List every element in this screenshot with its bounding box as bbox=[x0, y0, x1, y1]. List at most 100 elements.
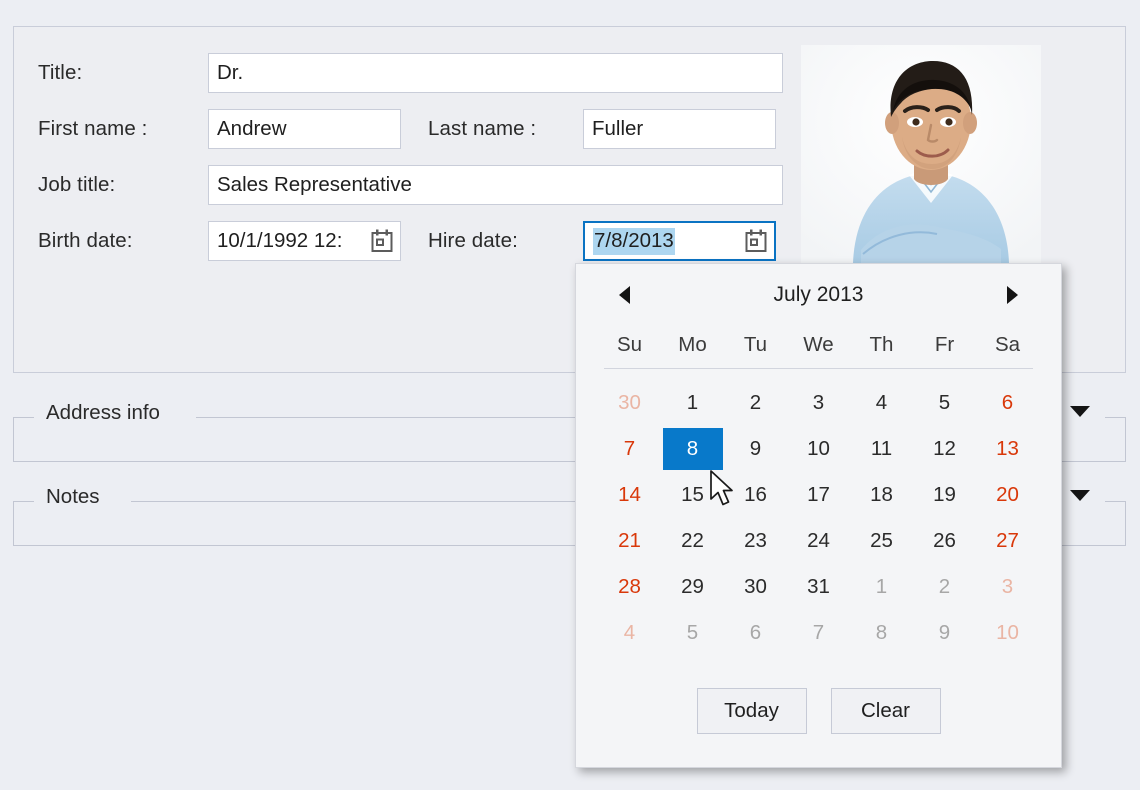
title-input[interactable]: Dr. bbox=[208, 53, 783, 93]
calendar-day-9[interactable]: 9 bbox=[724, 426, 787, 472]
birth-date-input[interactable]: 10/1/1992 12: bbox=[208, 221, 401, 261]
calendar-day-31[interactable]: 31 bbox=[787, 564, 850, 610]
calendar-day-label: 9 bbox=[749, 437, 762, 460]
calendar-day-label: 9 bbox=[938, 621, 951, 644]
calendar-day-label: 3 bbox=[812, 391, 825, 414]
first-name-input[interactable]: Andrew bbox=[208, 109, 401, 149]
calendar-day-26[interactable]: 26 bbox=[913, 518, 976, 564]
calendar-day-13[interactable]: 13 bbox=[976, 426, 1039, 472]
calendar-day-label: 13 bbox=[996, 437, 1019, 460]
calendar-day-28[interactable]: 28 bbox=[598, 564, 661, 610]
calendar-day-9[interactable]: 9 bbox=[913, 610, 976, 656]
job-title-input-value: Sales Representative bbox=[217, 173, 412, 196]
calendar-day-label: 30 bbox=[744, 575, 767, 598]
last-name-label: Last name : bbox=[428, 117, 537, 140]
last-name-input-value: Fuller bbox=[592, 117, 644, 140]
calendar-day-1[interactable]: 1 bbox=[850, 564, 913, 610]
calendar-day-label: 14 bbox=[618, 483, 641, 506]
calendar-day-8[interactable]: 8 bbox=[661, 426, 724, 472]
calendar-day-22[interactable]: 22 bbox=[661, 518, 724, 564]
calendar-day-23[interactable]: 23 bbox=[724, 518, 787, 564]
calendar-day-2[interactable]: 2 bbox=[724, 380, 787, 426]
today-button[interactable]: Today bbox=[696, 688, 807, 734]
title-input-value: Dr. bbox=[217, 61, 244, 84]
hire-date-input[interactable]: 7/8/2013 bbox=[583, 221, 776, 261]
calendar-day-label: 28 bbox=[618, 575, 641, 598]
calendar-day-17[interactable]: 17 bbox=[787, 472, 850, 518]
calendar-day-label: 12 bbox=[933, 437, 956, 460]
calendar-day-label: 17 bbox=[807, 483, 830, 506]
employee-photo bbox=[801, 45, 1041, 263]
calendar-day-29[interactable]: 29 bbox=[661, 564, 724, 610]
calendar-day-3[interactable]: 3 bbox=[976, 564, 1039, 610]
calendar-day-30[interactable]: 30 bbox=[724, 564, 787, 610]
calendar-day-label: 10 bbox=[996, 621, 1019, 644]
calendar-day-header-th: Th bbox=[869, 333, 894, 356]
calendar-day-15[interactable]: 15 bbox=[661, 472, 724, 518]
form-row-title: Title: Dr. bbox=[38, 53, 783, 93]
triangle-left-icon[interactable] bbox=[619, 286, 630, 304]
calendar-day-14[interactable]: 14 bbox=[598, 472, 661, 518]
calendar-day-1[interactable]: 1 bbox=[661, 380, 724, 426]
hire-date-input-value: 7/8/2013 bbox=[593, 227, 675, 255]
calendar-day-label: 29 bbox=[681, 575, 704, 598]
calendar-day-label: 1 bbox=[875, 575, 888, 598]
calendar-day-5[interactable]: 5 bbox=[913, 380, 976, 426]
birth-date-calendar-icon[interactable] bbox=[370, 228, 394, 254]
calendar-day-label: 20 bbox=[996, 483, 1019, 506]
first-name-label: First name : bbox=[38, 117, 148, 140]
calendar-day-7[interactable]: 7 bbox=[787, 610, 850, 656]
calendar-day-30[interactable]: 30 bbox=[598, 380, 661, 426]
calendar-day-label: 30 bbox=[618, 391, 641, 414]
job-title-input[interactable]: Sales Representative bbox=[208, 165, 783, 205]
calendar-day-3[interactable]: 3 bbox=[787, 380, 850, 426]
calendar-day-19[interactable]: 19 bbox=[913, 472, 976, 518]
calendar-day-21[interactable]: 21 bbox=[598, 518, 661, 564]
calendar-day-label: 2 bbox=[938, 575, 951, 598]
calendar-day-11[interactable]: 11 bbox=[850, 426, 913, 472]
calendar-day-6[interactable]: 6 bbox=[724, 610, 787, 656]
calendar-day-24[interactable]: 24 bbox=[787, 518, 850, 564]
birth-date-input-value: 10/1/1992 12: bbox=[217, 229, 343, 252]
calendar-day-label: 11 bbox=[870, 437, 893, 460]
calendar-day-label: 6 bbox=[1001, 391, 1014, 414]
calendar-day-20[interactable]: 20 bbox=[976, 472, 1039, 518]
calendar-month-year[interactable]: July 2013 bbox=[774, 283, 864, 307]
calendar-day-8[interactable]: 8 bbox=[850, 610, 913, 656]
birth-date-label: Birth date: bbox=[38, 229, 133, 252]
calendar-day-5[interactable]: 5 bbox=[661, 610, 724, 656]
chevron-down-icon[interactable] bbox=[1070, 490, 1090, 501]
calendar-day-10[interactable]: 10 bbox=[787, 426, 850, 472]
calendar-day-6[interactable]: 6 bbox=[976, 380, 1039, 426]
calendar-day-label: 16 bbox=[744, 483, 767, 506]
calendar-day-label: 5 bbox=[938, 391, 951, 414]
calendar-day-7[interactable]: 7 bbox=[598, 426, 661, 472]
calendar-day-label: 31 bbox=[807, 575, 830, 598]
date-picker-popup: July 2013 Su Mo Tu We Th Fr Sa 30 1 2 3 4 5 6 7 8 9 10 11… bbox=[575, 263, 1062, 768]
calendar-day-label: 10 bbox=[807, 437, 830, 460]
calendar-day-4[interactable]: 4 bbox=[850, 380, 913, 426]
calendar-day-2[interactable]: 2 bbox=[913, 564, 976, 610]
calendar-day-4[interactable]: 4 bbox=[598, 610, 661, 656]
calendar-day-27[interactable]: 27 bbox=[976, 518, 1039, 564]
calendar-day-12[interactable]: 12 bbox=[913, 426, 976, 472]
calendar-day-10[interactable]: 10 bbox=[976, 610, 1039, 656]
hire-date-calendar-icon[interactable] bbox=[744, 228, 768, 254]
employee-editor-window: Title: Dr. First name : Andrew Last name… bbox=[0, 0, 1140, 790]
chevron-down-icon[interactable] bbox=[1070, 406, 1090, 417]
last-name-input[interactable]: Fuller bbox=[583, 109, 776, 149]
calendar-day-label: 7 bbox=[812, 621, 825, 644]
calendar-day-label: 23 bbox=[744, 529, 767, 552]
form-row-job-title: Job title: Sales Representative bbox=[38, 165, 783, 205]
form-row-name: First name : Andrew Last name : Fuller bbox=[38, 109, 776, 149]
triangle-right-icon[interactable] bbox=[1007, 286, 1018, 304]
calendar-day-label: 5 bbox=[686, 621, 699, 644]
calendar-day-label: 4 bbox=[875, 391, 888, 414]
clear-button[interactable]: Clear bbox=[830, 688, 941, 734]
calendar-day-label: 25 bbox=[870, 529, 893, 552]
calendar-day-18[interactable]: 18 bbox=[850, 472, 913, 518]
calendar-day-25[interactable]: 25 bbox=[850, 518, 913, 564]
calendar-day-16[interactable]: 16 bbox=[724, 472, 787, 518]
calendar-day-label: 2 bbox=[749, 391, 762, 414]
calendar-day-label: 19 bbox=[933, 483, 956, 506]
